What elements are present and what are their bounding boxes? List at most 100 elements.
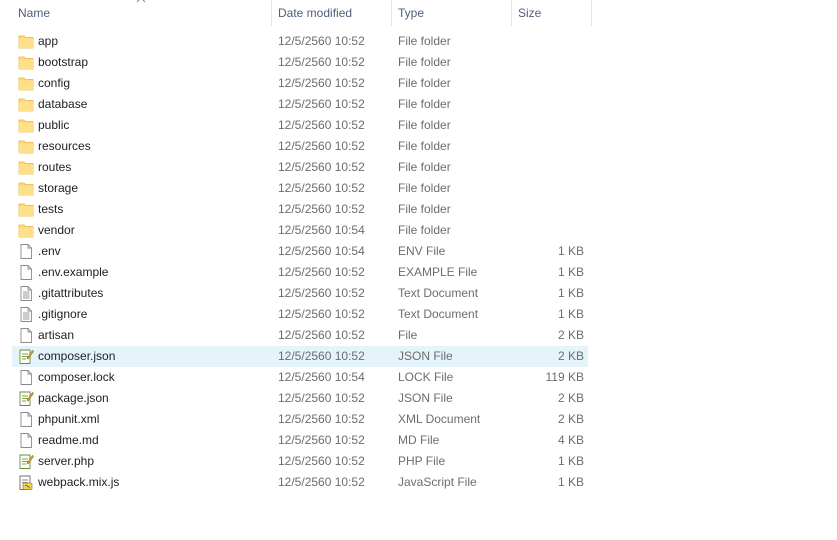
file-name[interactable]: resources [38, 136, 91, 157]
file-name[interactable]: artisan [38, 325, 74, 346]
file-row[interactable]: .env.example 12/5/2560 10:52 EXAMPLE File 1… [0, 262, 592, 283]
file-row[interactable]: .env 12/5/2560 10:54 ENV File 1 KB [0, 241, 592, 262]
file-type: Text Document [398, 286, 479, 300]
file-name[interactable]: database [38, 94, 87, 115]
text-file-icon [20, 307, 32, 322]
file-row[interactable]: package.json 12/5/2560 10:52 JSON File 2 KB [0, 388, 592, 409]
file-date-modified: 12/5/2560 10:52 [278, 160, 365, 174]
file-name[interactable]: composer.lock [38, 367, 115, 388]
file-type: File folder [398, 202, 451, 216]
file-row[interactable]: vendor 12/5/2560 10:54 File folder [0, 220, 592, 241]
file-name[interactable]: webpack.mix.js [38, 472, 119, 493]
script-file-icon [19, 454, 34, 469]
file-row[interactable]: database 12/5/2560 10:52 File folder [0, 94, 592, 115]
file-size: 4 KB [557, 433, 584, 447]
file-name[interactable]: .env.example [38, 262, 108, 283]
file-row[interactable]: composer.lock 12/5/2560 10:54 LOCK File 119… [0, 367, 592, 388]
file-size: 1 KB [557, 265, 584, 279]
file-name[interactable]: vendor [38, 220, 75, 241]
file-list: app 12/5/2560 10:52 File folder bootstrap 12… [0, 31, 592, 493]
folder-icon [18, 35, 34, 49]
file-type: XML Document [398, 412, 481, 426]
file-size [514, 94, 584, 115]
file-name[interactable]: .env [38, 241, 61, 262]
file-type: File folder [398, 160, 451, 174]
file-date-modified: 12/5/2560 10:52 [278, 328, 365, 342]
file-name[interactable]: .gitattributes [38, 283, 103, 304]
file-row[interactable]: webpack.mix.js 12/5/2560 10:52 JavaScript … [0, 472, 592, 493]
file-row[interactable]: tests 12/5/2560 10:52 File folder [0, 199, 592, 220]
file-size [514, 73, 584, 94]
file-size: 2 KB [557, 328, 584, 342]
file-size [514, 199, 584, 220]
file-name[interactable]: .gitignore [38, 304, 87, 325]
file-date-modified: 12/5/2560 10:52 [278, 181, 365, 195]
file-name[interactable]: phpunit.xml [38, 409, 99, 430]
file-name[interactable]: config [38, 73, 70, 94]
file-date-modified: 12/5/2560 10:52 [278, 433, 365, 447]
file-name[interactable]: tests [38, 199, 63, 220]
folder-icon [18, 182, 34, 196]
file-icon [20, 433, 32, 448]
file-row[interactable]: .gitattributes 12/5/2560 10:52 Text Docume… [0, 283, 592, 304]
column-header-name[interactable]: Name [12, 0, 272, 26]
file-date-modified: 12/5/2560 10:52 [278, 454, 365, 468]
file-size [514, 157, 584, 178]
file-row[interactable]: composer.json 12/5/2560 10:52 JSON File 2 K… [0, 346, 592, 367]
file-icon [20, 265, 32, 280]
folder-icon [18, 56, 34, 70]
file-type: File folder [398, 76, 451, 90]
file-row[interactable]: config 12/5/2560 10:52 File folder [0, 73, 592, 94]
file-type: ENV File [398, 244, 446, 258]
file-name[interactable]: storage [38, 178, 78, 199]
folder-icon [18, 119, 34, 133]
file-row[interactable]: app 12/5/2560 10:52 File folder [0, 31, 592, 52]
file-size: 1 KB [557, 475, 584, 489]
script-file-icon [19, 391, 34, 406]
file-type: File folder [398, 34, 451, 48]
file-size [514, 115, 584, 136]
file-type: JSON File [398, 349, 453, 363]
file-name[interactable]: readme.md [38, 430, 99, 451]
file-row[interactable]: bootstrap 12/5/2560 10:52 File folder [0, 52, 592, 73]
file-name[interactable]: routes [38, 157, 71, 178]
file-name[interactable]: composer.json [38, 346, 115, 367]
file-size: 119 KB [545, 370, 584, 384]
file-row[interactable]: resources 12/5/2560 10:52 File folder [0, 136, 592, 157]
column-header-date-modified[interactable]: Date modified [272, 0, 392, 26]
file-name[interactable]: package.json [38, 388, 109, 409]
file-date-modified: 12/5/2560 10:52 [278, 97, 365, 111]
file-date-modified: 12/5/2560 10:54 [278, 370, 365, 384]
javascript-file-icon [19, 475, 33, 490]
script-file-icon [19, 349, 34, 364]
file-type: JSON File [398, 391, 453, 405]
file-size: 1 KB [557, 286, 584, 300]
file-row[interactable]: .gitignore 12/5/2560 10:52 Text Document 1 … [0, 304, 592, 325]
file-row[interactable]: public 12/5/2560 10:52 File folder [0, 115, 592, 136]
column-header-type[interactable]: Type [392, 0, 512, 26]
file-row[interactable]: routes 12/5/2560 10:52 File folder [0, 157, 592, 178]
file-size: 1 KB [557, 244, 584, 258]
file-row[interactable]: artisan 12/5/2560 10:52 File 2 KB [0, 325, 592, 346]
file-type: File folder [398, 223, 451, 237]
file-date-modified: 12/5/2560 10:52 [278, 55, 365, 69]
file-row[interactable]: phpunit.xml 12/5/2560 10:52 XML Document 2 … [0, 409, 592, 430]
file-row[interactable]: storage 12/5/2560 10:52 File folder [0, 178, 592, 199]
file-name[interactable]: app [38, 31, 58, 52]
file-row[interactable]: server.php 12/5/2560 10:52 PHP File 1 KB [0, 451, 592, 472]
file-type: PHP File [398, 454, 446, 468]
file-name[interactable]: bootstrap [38, 52, 88, 73]
file-icon [20, 328, 32, 343]
file-type: File [398, 328, 418, 342]
file-date-modified: 12/5/2560 10:52 [278, 202, 365, 216]
file-size: 1 KB [557, 307, 584, 321]
file-size: 1 KB [557, 454, 584, 468]
column-header-size[interactable]: Size [512, 0, 592, 26]
file-type: File folder [398, 181, 451, 195]
file-name[interactable]: public [38, 115, 69, 136]
file-date-modified: 12/5/2560 10:52 [278, 265, 365, 279]
file-date-modified: 12/5/2560 10:52 [278, 349, 365, 363]
file-type: JavaScript File [398, 475, 477, 489]
file-row[interactable]: readme.md 12/5/2560 10:52 MD File 4 KB [0, 430, 592, 451]
file-name[interactable]: server.php [38, 451, 94, 472]
